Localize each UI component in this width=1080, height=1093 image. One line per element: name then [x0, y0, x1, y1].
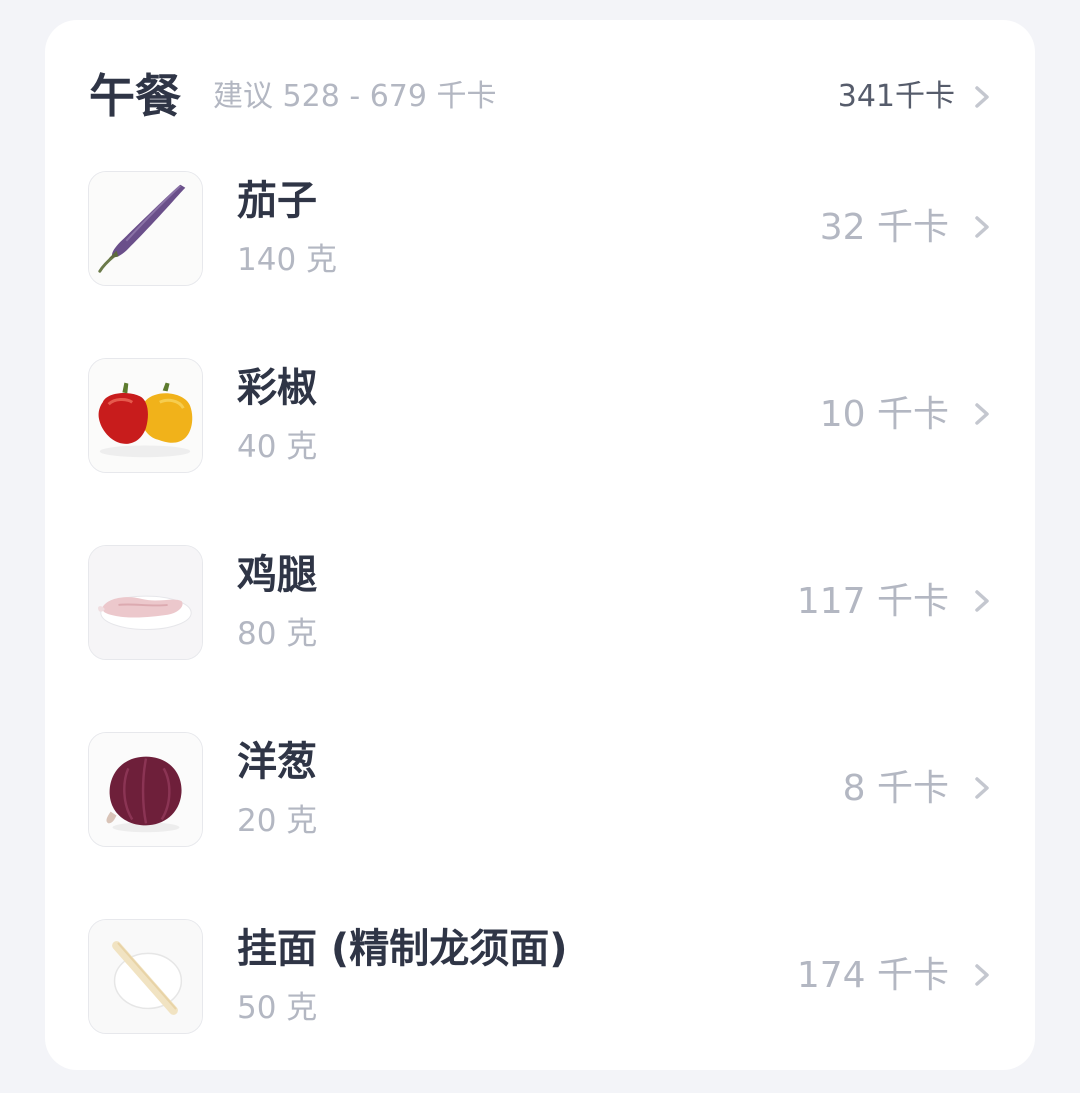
food-thumbnail — [88, 171, 203, 286]
meal-suggested-range: 建议 528 - 679 千卡 — [213, 79, 497, 114]
onion-icon — [89, 733, 202, 846]
food-name: 彩椒 — [237, 365, 317, 411]
meal-card: 午餐 建议 528 - 679 千卡 341千卡 茄子 140 克 32 千卡 — [45, 20, 1035, 1070]
meal-total-calories: 341千卡 — [837, 79, 955, 114]
noodles-icon — [89, 920, 202, 1033]
food-item[interactable]: 洋葱 20 克 8 千卡 — [45, 731, 1035, 848]
food-name: 洋葱 — [237, 739, 317, 785]
food-amount: 80 克 — [237, 616, 318, 652]
food-item[interactable]: 挂面 (精制龙须面) 50 克 174 千卡 — [45, 918, 1035, 1035]
chevron-right-icon — [973, 86, 991, 108]
chicken-leg-icon — [89, 546, 202, 659]
meal-title: 午餐 — [89, 69, 181, 123]
food-calories: 174 千卡 — [796, 955, 949, 996]
food-thumbnail — [88, 545, 203, 660]
food-thumbnail — [88, 358, 203, 473]
food-amount: 40 克 — [237, 429, 318, 465]
food-name: 茄子 — [237, 178, 317, 224]
food-item[interactable]: 鸡腿 80 克 117 千卡 — [45, 544, 1035, 661]
food-calories: 117 千卡 — [796, 581, 949, 622]
chevron-right-icon — [973, 590, 991, 612]
food-calories: 32 千卡 — [819, 207, 949, 248]
food-amount: 50 克 — [237, 990, 318, 1026]
chevron-right-icon — [973, 216, 991, 238]
chevron-right-icon — [973, 403, 991, 425]
food-thumbnail — [88, 919, 203, 1034]
food-name: 挂面 (精制龙须面) — [237, 926, 568, 972]
meal-header[interactable]: 午餐 建议 528 - 679 千卡 341千卡 — [45, 68, 1035, 124]
food-calories: 8 千卡 — [842, 768, 949, 809]
food-amount: 20 克 — [237, 803, 318, 839]
food-thumbnail — [88, 732, 203, 847]
chevron-right-icon — [973, 777, 991, 799]
eggplant-icon — [89, 172, 202, 285]
food-item[interactable]: 茄子 140 克 32 千卡 — [45, 170, 1035, 287]
chevron-right-icon — [973, 964, 991, 986]
food-amount: 140 克 — [237, 242, 338, 278]
bell-pepper-icon — [89, 359, 202, 472]
food-item[interactable]: 彩椒 40 克 10 千卡 — [45, 357, 1035, 474]
food-calories: 10 千卡 — [819, 394, 949, 435]
food-name: 鸡腿 — [237, 552, 317, 598]
